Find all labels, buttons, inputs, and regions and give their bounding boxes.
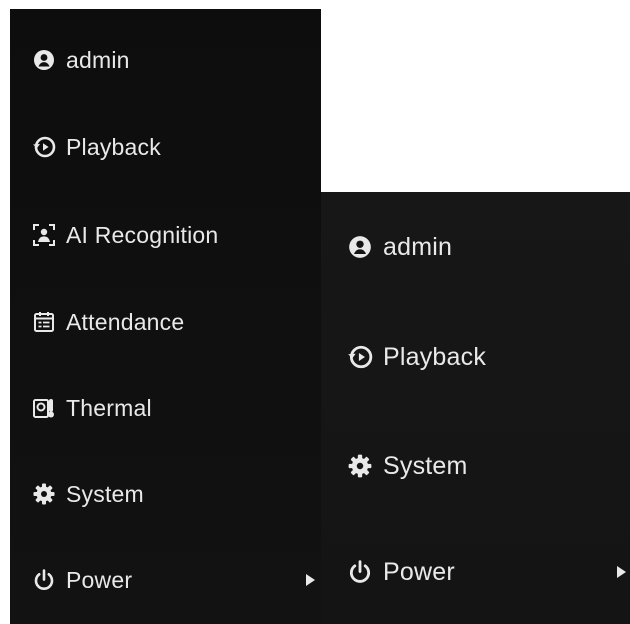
main-menu-right: admin Playback System Power	[321, 192, 630, 624]
menu-item-power[interactable]: Power	[10, 550, 321, 610]
menu-item-thermal[interactable]: Thermal	[10, 378, 321, 438]
chevron-right-icon	[617, 566, 626, 578]
menu-item-power[interactable]: Power	[321, 537, 630, 607]
menu-item-label: Attendance	[66, 308, 185, 335]
menu-item-attendance[interactable]: Attendance	[10, 292, 321, 352]
main-menu-left: admin Playback AI Recognition Attendance…	[10, 9, 321, 624]
menu-item-admin[interactable]: admin	[10, 30, 321, 90]
user-icon	[347, 234, 373, 260]
ai-recognition-icon	[32, 223, 56, 247]
menu-item-admin[interactable]: admin	[321, 212, 630, 282]
user-icon	[32, 48, 56, 72]
gear-icon	[347, 453, 373, 479]
menu-item-system[interactable]: System	[10, 464, 321, 524]
menu-item-label: Power	[383, 557, 455, 586]
menu-item-label: Playback	[383, 342, 487, 371]
chevron-right-icon	[306, 574, 315, 586]
menu-item-label: Thermal	[66, 394, 152, 421]
menu-item-label: Power	[66, 566, 133, 593]
menu-item-ai-recognition[interactable]: AI Recognition	[10, 205, 321, 265]
power-icon	[32, 568, 56, 592]
menu-item-label: AI Recognition	[66, 221, 219, 248]
menu-item-playback[interactable]: Playback	[10, 117, 321, 177]
attendance-icon	[32, 310, 56, 334]
menu-item-label: System	[383, 451, 468, 480]
menu-item-label: System	[66, 480, 144, 507]
playback-icon	[32, 135, 56, 159]
menu-item-playback[interactable]: Playback	[321, 322, 630, 392]
menu-item-label: admin	[66, 46, 130, 73]
thermal-icon	[32, 396, 56, 420]
gear-icon	[32, 482, 56, 506]
menu-item-system[interactable]: System	[321, 431, 630, 501]
menu-item-label: Playback	[66, 133, 161, 160]
power-icon	[347, 559, 373, 585]
menu-item-label: admin	[383, 232, 453, 261]
playback-icon	[347, 344, 373, 370]
